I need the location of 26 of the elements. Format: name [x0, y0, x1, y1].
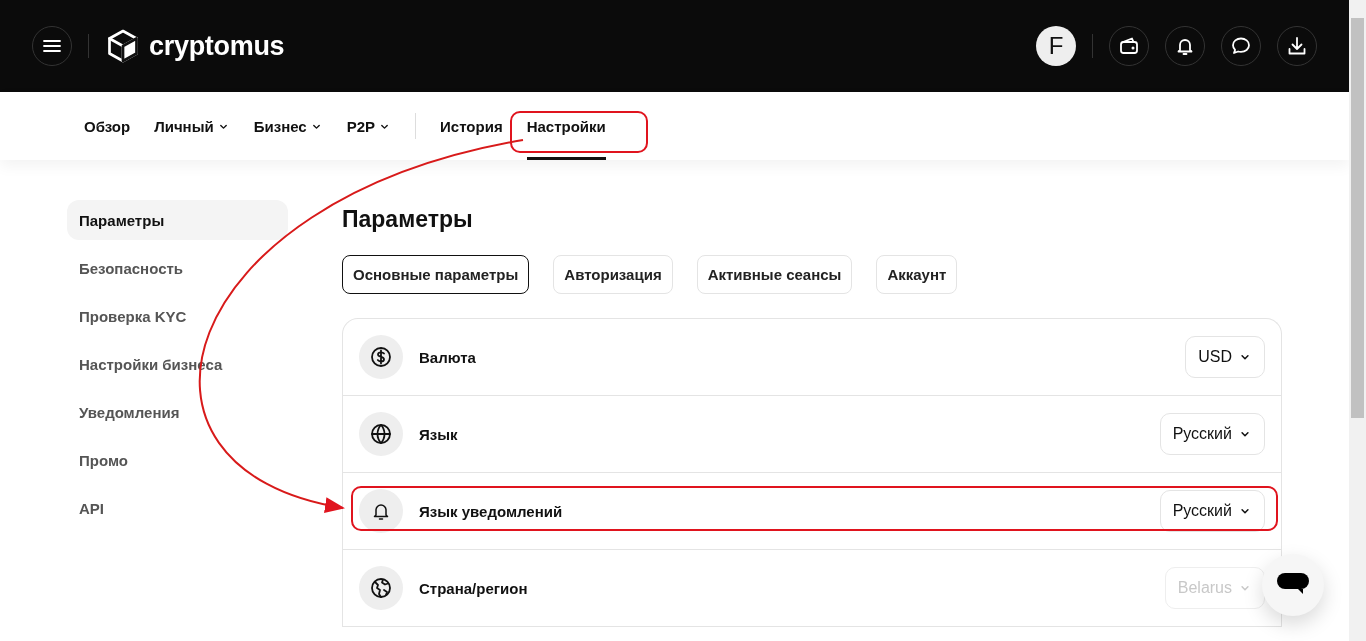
nav-tab[interactable]: История	[440, 92, 503, 160]
settings-tab[interactable]: Аккаунт	[876, 255, 958, 294]
avatar[interactable]: F	[1036, 26, 1076, 66]
sidebar-item[interactable]: Безопасность	[67, 248, 288, 288]
dropdown[interactable]: Русский	[1159, 413, 1265, 455]
page-title: Параметры	[342, 206, 474, 233]
setting-label: Валюта	[419, 348, 477, 366]
setting-label: Язык уведомлений	[419, 502, 564, 520]
sidebar-item[interactable]: Параметры	[67, 200, 288, 240]
nav-tab[interactable]: Настройки	[526, 92, 606, 160]
sidebar-item[interactable]: API	[67, 488, 288, 528]
settings-tab[interactable]: Основные параметры	[342, 255, 530, 294]
brand-name: cryptomus	[149, 30, 285, 62]
sidebar-item[interactable]: Промо	[67, 440, 288, 480]
settings-tab[interactable]: Активные сеансы	[696, 255, 853, 294]
nav-tab[interactable]: Личный	[154, 92, 230, 160]
setting-label: Страна/регион	[419, 579, 529, 597]
nav-tab[interactable]: Обзор	[84, 92, 131, 160]
sidebar-item[interactable]: Уведомления	[67, 392, 288, 432]
sidebar-item[interactable]: Проверка KYC	[67, 296, 288, 336]
dropdown[interactable]: USD	[1185, 336, 1265, 378]
setting-label: Язык	[419, 425, 459, 443]
dropdown[interactable]: Русский	[1159, 490, 1265, 532]
settings-tab[interactable]: Авторизация	[553, 255, 673, 294]
nav-tab[interactable]: Бизнес	[253, 92, 323, 160]
nav-tab[interactable]: P2P	[346, 92, 392, 160]
